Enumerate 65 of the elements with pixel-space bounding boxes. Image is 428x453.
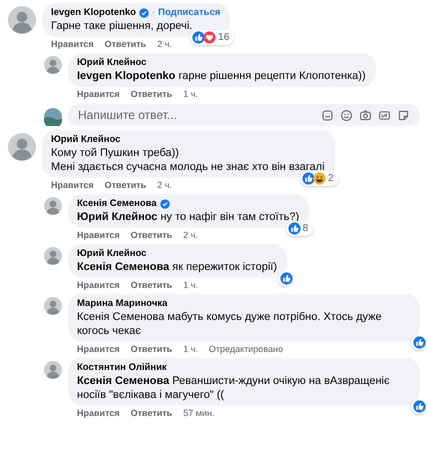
- reaction-summary[interactable]: 2: [300, 171, 339, 186]
- avatar-icon: [44, 56, 62, 74]
- camera-icon: [359, 108, 372, 122]
- timestamp[interactable]: 2 ч.: [183, 230, 198, 241]
- smiley-icon: [340, 108, 353, 122]
- like-icon: [413, 400, 426, 413]
- reply-link[interactable]: Ответить: [130, 344, 172, 355]
- comment-text: Ксенія Семенова Реваншисти-ждуни очікую на вАзвращеніє носіїв "вєлікава і магучего" ((: [77, 374, 391, 402]
- reaction-summary[interactable]: [411, 399, 426, 414]
- reply-link[interactable]: Ответить: [130, 230, 172, 241]
- comment-text: Гарне таке рішення, доречі.: [51, 19, 194, 33]
- gif-icon: [378, 108, 391, 122]
- edited-label: Отредактировано: [208, 344, 283, 355]
- like-link[interactable]: Нравится: [51, 39, 94, 50]
- timestamp[interactable]: 1 ч.: [183, 280, 198, 291]
- like-icon: [413, 336, 426, 349]
- comment-text: Кому той Пушкин треба)) Мені здається сучасна молодь не знає хто він взагалі: [51, 146, 325, 174]
- reply-box[interactable]: Напишите ответ...: [68, 104, 420, 126]
- separator-dot: ·: [152, 7, 156, 19]
- sticker-icon: [321, 108, 334, 122]
- reply-link[interactable]: Ответить: [130, 89, 172, 100]
- reply-link[interactable]: Ответить: [130, 280, 172, 291]
- author-name[interactable]: Ксенія Семенова: [77, 198, 157, 210]
- like-link[interactable]: Нравится: [77, 230, 120, 241]
- reaction-summary[interactable]: [278, 271, 293, 286]
- author-name[interactable]: Юрий Клейнос: [77, 248, 146, 260]
- like-link[interactable]: Нравится: [77, 89, 120, 100]
- comment-text: Ксенія Семенова як пережиток історії): [77, 260, 277, 274]
- timestamp[interactable]: 57 мин.: [183, 408, 214, 419]
- avatar-icon: [8, 133, 36, 161]
- avatar-icon: [8, 6, 36, 34]
- reply-link[interactable]: Ответить: [130, 408, 172, 419]
- author-name[interactable]: Ievgen Klopotenko: [51, 7, 136, 19]
- reply-input-field[interactable]: Напишите ответ...: [78, 108, 315, 122]
- comment-text: Ксенія Семенова мабуть комусь дуже потрібно. Хтось дуже когось чекає: [77, 310, 383, 338]
- comment-text: Ievgen Klopotenko гарне рішення рецепти Клопотенка)): [77, 69, 366, 83]
- author-name[interactable]: Юрий Клейнос: [51, 134, 120, 146]
- timestamp[interactable]: 2 ч.: [157, 39, 172, 50]
- avatar-icon: [44, 247, 62, 265]
- avatar-icon: [44, 197, 62, 215]
- timestamp[interactable]: 1 ч.: [183, 344, 198, 355]
- reaction-summary[interactable]: [411, 335, 426, 350]
- reaction-summary[interactable]: 16: [190, 30, 234, 45]
- like-icon: [302, 172, 315, 185]
- like-icon: [280, 272, 293, 285]
- reply-link[interactable]: Ответить: [104, 39, 146, 50]
- author-name[interactable]: Марина Мариночка: [77, 298, 168, 310]
- like-link[interactable]: Нравится: [77, 408, 120, 419]
- timestamp[interactable]: 2 ч.: [157, 180, 172, 191]
- like-icon: [288, 222, 301, 235]
- sticker-note-icon: [397, 108, 410, 122]
- comment-text: Юрий Клейнос ну то нафіг він там стоїть?): [77, 210, 300, 224]
- timestamp[interactable]: 1 ч.: [183, 89, 198, 100]
- laughing-face-icon: [312, 172, 326, 185]
- avatar-icon: [44, 297, 62, 315]
- author-name[interactable]: Юрий Клейнос: [77, 57, 146, 69]
- follow-link[interactable]: Подписаться: [158, 7, 220, 19]
- reply-link[interactable]: Ответить: [104, 180, 146, 191]
- reaction-summary[interactable]: 8: [286, 221, 314, 236]
- like-link[interactable]: Нравится: [77, 344, 120, 355]
- like-link[interactable]: Нравится: [51, 180, 94, 191]
- author-name[interactable]: Костянтин Олійник: [77, 362, 167, 374]
- avatar-icon: [44, 361, 62, 379]
- like-link[interactable]: Нравится: [77, 280, 120, 291]
- avatar-icon: [44, 108, 62, 126]
